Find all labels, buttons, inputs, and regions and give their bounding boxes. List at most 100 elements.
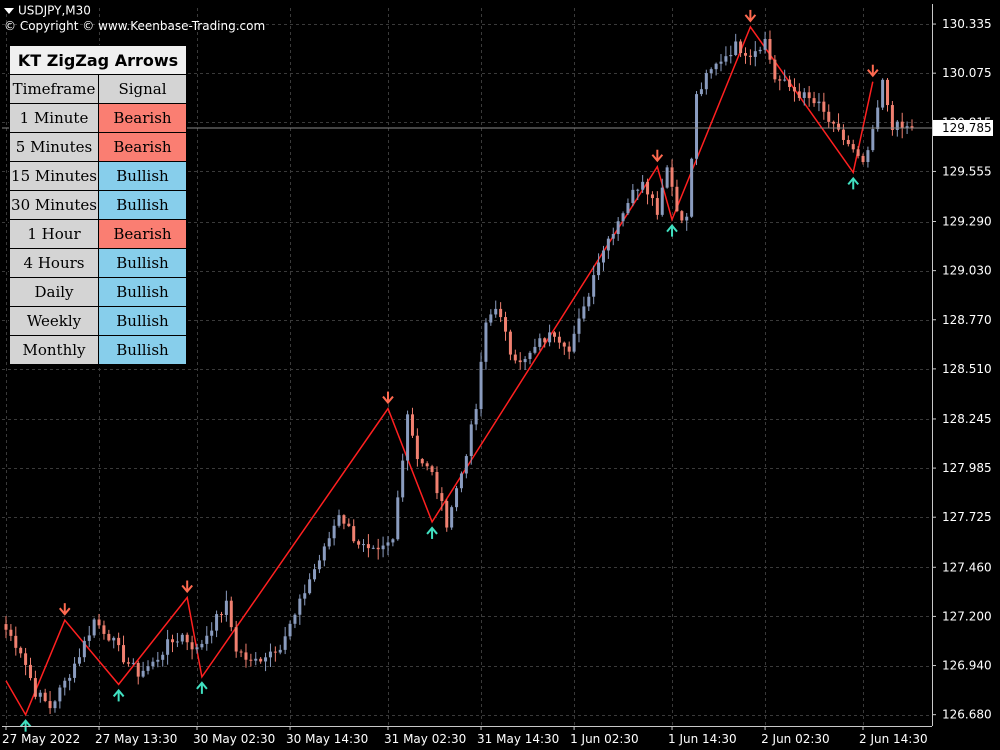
candle-body	[107, 633, 111, 641]
candle-body	[802, 92, 806, 98]
candle-body	[606, 238, 610, 251]
candle-body	[626, 203, 630, 214]
candle-body	[58, 687, 62, 702]
candle-body	[832, 121, 836, 124]
signal-cell: Bullish	[98, 248, 187, 278]
candle-body	[308, 579, 312, 594]
candle-body	[283, 636, 287, 650]
candle-body	[763, 38, 767, 50]
y-tick-label: 130.335	[942, 17, 992, 31]
candle-body	[484, 322, 488, 362]
candle-body	[900, 121, 904, 129]
candle-body	[327, 538, 331, 547]
current-price-label: 129.785	[942, 121, 992, 135]
y-tick-label: 126.680	[942, 708, 992, 722]
candle-body	[362, 544, 366, 546]
candle-body	[450, 507, 454, 528]
candle-body	[195, 647, 199, 650]
x-tick-label: 2 Jun 02:30	[761, 732, 830, 746]
candle-body	[33, 678, 37, 697]
candle-body	[244, 652, 248, 660]
signal-row: 4 Hours Bullish	[9, 248, 187, 278]
signal-cell: Bullish	[98, 306, 187, 336]
candle-body	[631, 189, 635, 204]
candle-body	[122, 645, 126, 663]
candle-body	[239, 651, 243, 653]
candle-body	[582, 306, 586, 319]
timeframe-cell: Weekly	[9, 306, 99, 336]
candle-body	[352, 526, 356, 542]
candle-body	[788, 79, 792, 88]
y-tick-label: 127.725	[942, 510, 992, 524]
candle-body	[861, 155, 865, 163]
candle-body	[704, 73, 708, 90]
candle-body	[205, 635, 209, 644]
candle-body	[171, 639, 175, 643]
candle-body	[19, 647, 23, 654]
timeframe-cell: Daily	[9, 277, 99, 307]
candle-body	[597, 262, 601, 276]
candle-body	[675, 186, 679, 212]
candle-body	[342, 515, 346, 524]
candle-body	[680, 211, 684, 221]
symbol-label: USDJPY,M30	[18, 3, 91, 18]
candle-body	[528, 352, 532, 359]
candle-body	[415, 435, 419, 460]
candle-body	[890, 105, 894, 130]
candle-body	[146, 666, 150, 671]
candle-body	[690, 158, 694, 217]
candle-body	[851, 144, 855, 150]
candle-body	[856, 149, 860, 156]
candle-body	[783, 79, 787, 81]
candle-body	[298, 598, 302, 615]
candle-body	[513, 354, 517, 361]
candle-body	[886, 79, 890, 106]
candle-body	[357, 541, 361, 545]
candle-body	[332, 525, 336, 539]
candle-body	[646, 181, 650, 195]
candle-body	[112, 637, 116, 641]
candle-body	[866, 150, 870, 163]
dropdown-icon[interactable]	[4, 7, 14, 14]
candle-body	[63, 680, 67, 688]
y-tick-label: 126.940	[942, 659, 992, 673]
candle-body	[734, 41, 738, 55]
x-tick-label: 27 May 2022	[2, 732, 80, 746]
candle-body	[102, 625, 106, 634]
y-tick-label: 129.030	[942, 264, 992, 278]
candle-body	[288, 623, 292, 637]
candle-body	[459, 473, 463, 489]
candle-body	[131, 662, 135, 664]
candle-body	[719, 61, 723, 64]
candle-body	[479, 361, 483, 410]
x-tick-label: 1 Jun 02:30	[570, 732, 639, 746]
candle-body	[161, 654, 165, 660]
candle-body	[381, 545, 385, 550]
candle-body	[278, 649, 282, 653]
candle-body	[464, 456, 468, 474]
candle-body	[166, 639, 170, 655]
signal-cell: Bearish	[98, 219, 187, 249]
candle-body	[807, 92, 811, 99]
candle-body	[273, 651, 277, 653]
header-timeframe: Timeframe	[9, 74, 99, 104]
header-signal: Signal	[98, 74, 187, 104]
candle-body	[97, 619, 101, 626]
candle-body	[557, 336, 561, 343]
candle-body	[562, 342, 566, 347]
y-tick-label: 129.555	[942, 164, 992, 178]
candle-body	[543, 338, 547, 343]
candle-body	[650, 194, 654, 199]
y-tick-label: 127.200	[942, 609, 992, 623]
candle-body	[567, 346, 571, 352]
signal-cell: Bearish	[98, 132, 187, 162]
candle-body	[48, 701, 52, 709]
chart-title[interactable]: USDJPY,M30 © Copyright © www.Keenbase-Tr…	[4, 3, 265, 33]
candle-body	[303, 593, 307, 599]
candle-body	[313, 569, 317, 580]
candle-body	[474, 409, 478, 425]
timeframe-cell: 4 Hours	[9, 248, 99, 278]
signal-row: 30 Minutes Bullish	[9, 190, 187, 220]
candle-body	[28, 664, 32, 679]
candle-body	[224, 600, 228, 615]
